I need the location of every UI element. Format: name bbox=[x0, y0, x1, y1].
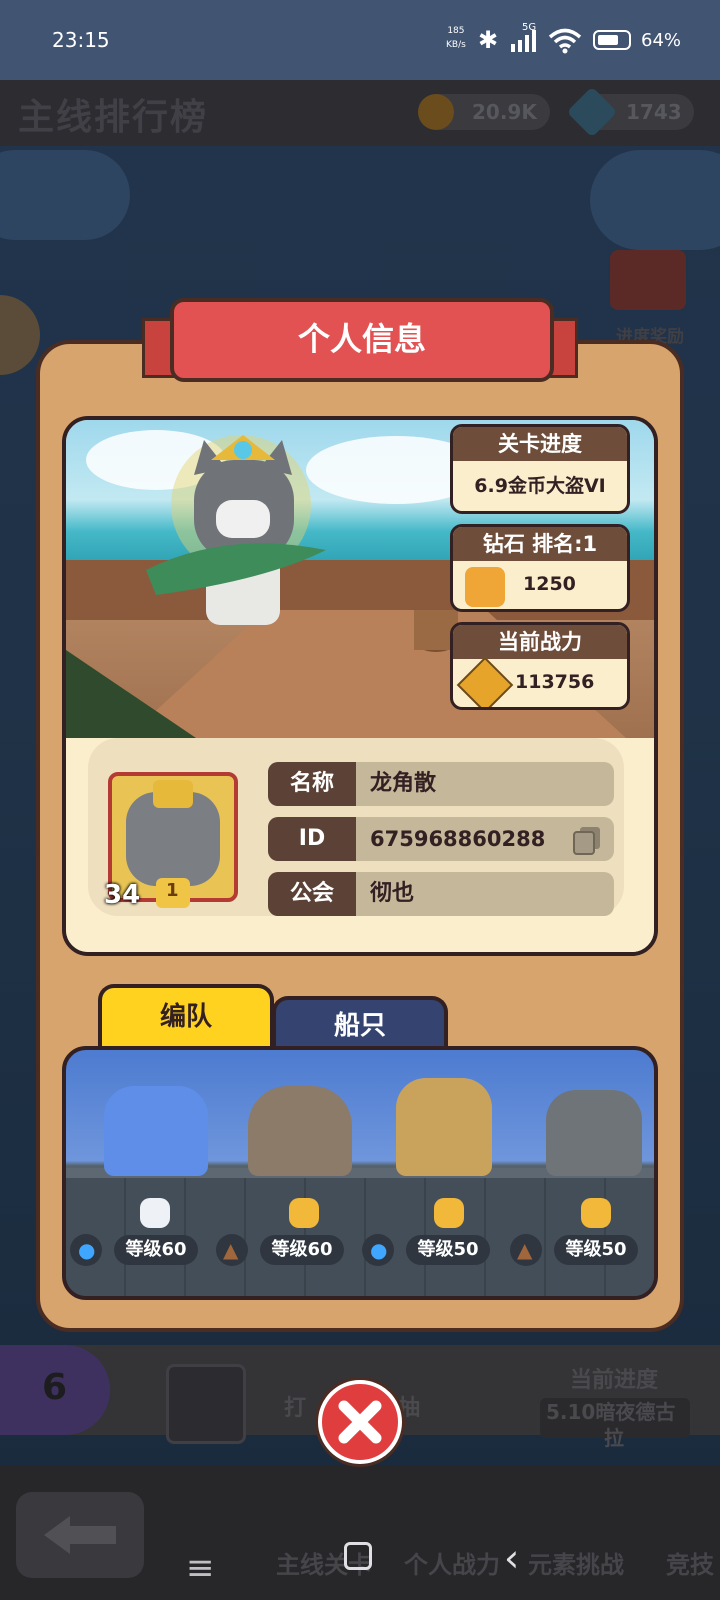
close-icon bbox=[338, 1400, 382, 1444]
back-arrow-icon bbox=[44, 1516, 116, 1554]
hero-level: 等级60 bbox=[260, 1235, 344, 1265]
guild-row: 公会 彻也 bbox=[268, 872, 614, 916]
paw-icon bbox=[581, 1198, 611, 1228]
system-home-button[interactable] bbox=[344, 1542, 372, 1570]
team-hero[interactable] bbox=[248, 1086, 352, 1176]
row-progress-label: 当前进度 bbox=[570, 1368, 659, 1393]
team-hero[interactable] bbox=[546, 1090, 642, 1176]
team-hero[interactable] bbox=[104, 1086, 208, 1176]
stage-progress-card: 关卡进度 6.9金币大盗VI bbox=[450, 424, 630, 514]
status-bar: 23:15 185 KB/s ✱ 5G 64% bbox=[0, 0, 720, 80]
water-element-icon: ● bbox=[362, 1234, 394, 1266]
tab-formation[interactable]: 编队 bbox=[98, 984, 274, 1050]
page-title: 主线排行榜 bbox=[18, 97, 209, 138]
hero-level: 等级50 bbox=[554, 1235, 638, 1265]
system-menu-button[interactable]: ≡ bbox=[186, 1548, 215, 1588]
id-label: ID bbox=[268, 817, 356, 861]
row-progress-value: 5.10暗夜德古 bbox=[546, 1400, 676, 1424]
paw-icon bbox=[434, 1198, 464, 1228]
team-hero[interactable] bbox=[396, 1078, 492, 1176]
copy-icon[interactable] bbox=[572, 825, 602, 855]
rank-number: 6 bbox=[42, 1367, 68, 1408]
cloud-left bbox=[0, 150, 130, 240]
id-row: ID 675968860288 bbox=[268, 817, 614, 861]
row-name-left: 打 bbox=[284, 1396, 307, 1421]
gem-amount: 1743 bbox=[626, 100, 682, 124]
guild-label: 公会 bbox=[268, 872, 356, 916]
tab-ship[interactable]: 船只 bbox=[272, 996, 448, 1050]
network-type: 5G bbox=[522, 22, 537, 33]
gem-counter[interactable]: 1743 bbox=[566, 86, 694, 138]
row-progress-value-2: 拉 bbox=[604, 1426, 624, 1450]
power-value: 113756 bbox=[515, 671, 595, 693]
diamond-rank-card: 钻石 排名:1 1250 bbox=[450, 524, 630, 612]
hero-level: 等级50 bbox=[406, 1235, 490, 1265]
paw-icon bbox=[289, 1198, 319, 1228]
player-avatar bbox=[166, 1364, 246, 1444]
trophy-rank: 1 bbox=[166, 880, 179, 901]
battery-icon bbox=[593, 30, 631, 50]
signal-icon bbox=[511, 30, 536, 52]
power-paw-icon bbox=[456, 656, 514, 707]
hero-level: 等级60 bbox=[114, 1235, 198, 1265]
stage-progress-header: 关卡进度 bbox=[453, 427, 627, 461]
id-value: 675968860288 bbox=[370, 827, 546, 851]
diamond-rank-header: 钻石 排名:1 bbox=[453, 527, 627, 561]
guild-value: 彻也 bbox=[370, 881, 415, 906]
gift-icon[interactable] bbox=[610, 250, 686, 310]
avatar-level: 34 bbox=[104, 880, 141, 910]
wifi-icon bbox=[548, 28, 582, 54]
network-speed: 185 KB/s bbox=[446, 26, 466, 50]
back-arrow-button[interactable] bbox=[16, 1492, 144, 1578]
crown-icon bbox=[153, 780, 193, 808]
diamond-value: 1250 bbox=[523, 573, 576, 595]
water-element-icon: ● bbox=[70, 1234, 102, 1266]
earth-element-icon: ▲ bbox=[510, 1234, 542, 1266]
coin-icon bbox=[418, 94, 454, 130]
name-label: 名称 bbox=[268, 762, 356, 806]
earth-element-icon: ▲ bbox=[216, 1234, 248, 1266]
stage-progress-value: 6.9金币大盗VI bbox=[474, 475, 606, 497]
cloud-right bbox=[590, 150, 720, 250]
name-value: 龙角散 bbox=[370, 771, 437, 796]
battery-level: 64% bbox=[641, 30, 682, 51]
diamond-cat-icon bbox=[465, 567, 505, 607]
name-row: 名称 龙角散 bbox=[268, 762, 614, 806]
nav-arena[interactable]: 竞技 bbox=[666, 1545, 714, 1580]
nav-element[interactable]: 元素挑战 bbox=[528, 1545, 624, 1580]
system-back-button[interactable]: ‹ bbox=[504, 1536, 519, 1580]
power-header: 当前战力 bbox=[453, 625, 627, 659]
paw-icon bbox=[140, 1198, 170, 1228]
power-card: 当前战力 113756 bbox=[450, 622, 630, 710]
clock: 23:15 bbox=[52, 28, 110, 52]
bluetooth-icon: ✱ bbox=[478, 26, 499, 54]
dialog-title: 个人信息 bbox=[170, 298, 554, 382]
nav-power[interactable]: 个人战力 bbox=[404, 1545, 500, 1580]
coin-amount: 20.9K bbox=[472, 100, 537, 124]
close-button[interactable] bbox=[318, 1380, 402, 1464]
coin-counter[interactable]: 20.9K bbox=[418, 94, 550, 130]
